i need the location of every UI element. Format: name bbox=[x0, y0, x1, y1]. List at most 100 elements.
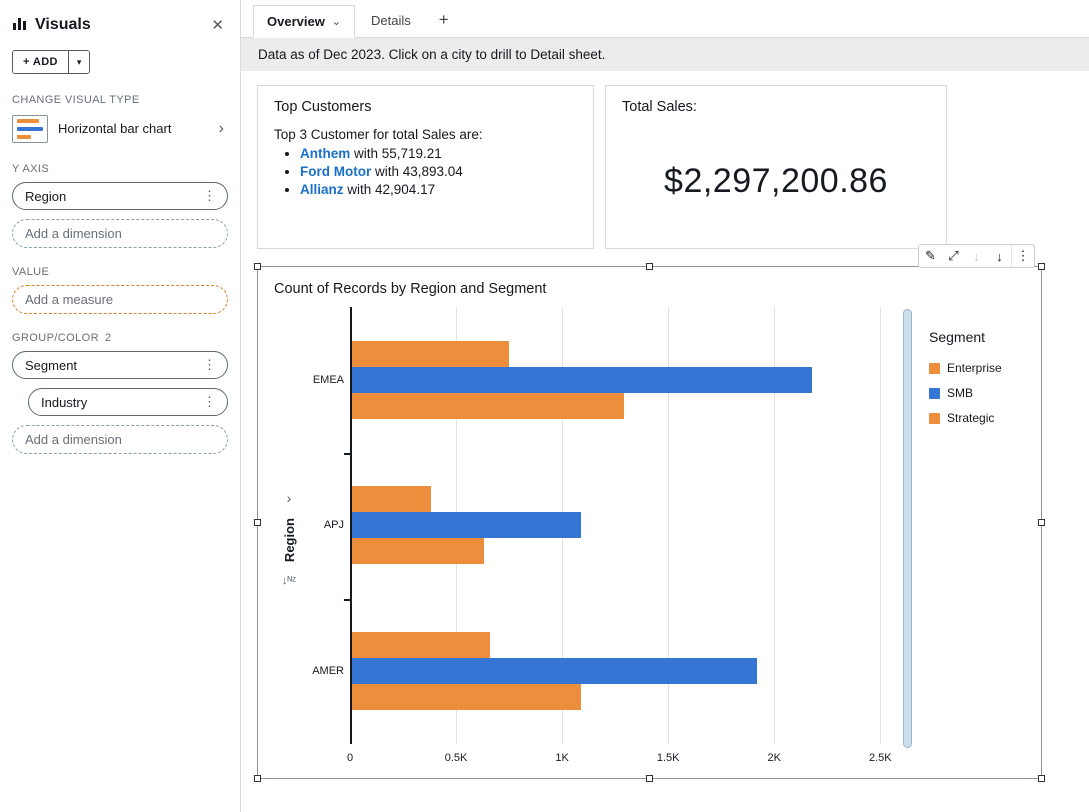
bar-group-emea: EMEA bbox=[350, 341, 893, 419]
kebab-menu-icon[interactable]: ⋮ bbox=[198, 357, 221, 373]
resize-handle[interactable] bbox=[254, 519, 261, 526]
resize-handle[interactable] bbox=[1038, 519, 1045, 526]
chart: Count of Records by Region and Segment ›… bbox=[258, 267, 1041, 778]
x-tick-label: 1.5K bbox=[657, 752, 680, 764]
visuals-panel-header: Visuals ✕ bbox=[12, 14, 228, 36]
bar-amer-enterprise[interactable] bbox=[350, 632, 490, 658]
edit-pencil-icon[interactable]: ✎ bbox=[919, 245, 942, 267]
sort-icon[interactable]: ↓ᴺᶻ bbox=[282, 575, 296, 587]
quicksight-app: Visuals ✕ + ADD ▾ CHANGE VISUAL TYPE Hor… bbox=[0, 0, 1089, 812]
visual-toolbar: ✎ ⤢ ↓ ↓ ⋮ bbox=[918, 244, 1035, 268]
horizontal-bar-chart-icon bbox=[12, 115, 48, 143]
y-axis-line bbox=[350, 307, 352, 744]
arrow-down-icon[interactable]: ↓ bbox=[988, 245, 1011, 267]
change-visual-type-label: CHANGE VISUAL TYPE bbox=[12, 94, 228, 106]
resize-handle[interactable] bbox=[254, 775, 261, 782]
bar-group-apj: APJ bbox=[350, 486, 893, 564]
resize-handle[interactable] bbox=[1038, 263, 1045, 270]
bar-chart-visual[interactable]: ✎ ⤢ ↓ ↓ ⋮ Count of Records by Region and… bbox=[257, 266, 1042, 779]
customer-list-item: Anthem with 55,719.21 bbox=[300, 146, 577, 161]
close-icon[interactable]: ✕ bbox=[207, 14, 228, 36]
field-well-industry[interactable]: Industry ⋮ bbox=[28, 388, 228, 416]
add-sheet-button[interactable]: + bbox=[427, 5, 461, 37]
resize-handle[interactable] bbox=[646, 775, 653, 782]
bar-amer-strategic[interactable] bbox=[350, 684, 581, 710]
legend-item-enterprise[interactable]: Enterprise bbox=[929, 361, 1027, 375]
legend-item-strategic[interactable]: Strategic bbox=[929, 411, 1027, 425]
bar-apj-enterprise[interactable] bbox=[350, 486, 431, 512]
legend-swatch bbox=[929, 388, 940, 399]
resize-handle[interactable] bbox=[646, 263, 653, 270]
add-dimension-y-axis[interactable]: Add a dimension bbox=[12, 219, 228, 248]
x-axis-labels: 0 0.5K 1K 1.5K 2K 2.5K bbox=[350, 744, 893, 770]
chart-scrollbar bbox=[903, 309, 913, 748]
add-button[interactable]: + ADD bbox=[13, 51, 68, 73]
legend-label: Strategic bbox=[947, 411, 994, 425]
bar-group-amer: AMER bbox=[350, 632, 893, 710]
bar-emea-strategic[interactable] bbox=[350, 393, 624, 419]
legend-swatch bbox=[929, 413, 940, 424]
x-tick-label: 0.5K bbox=[445, 752, 468, 764]
customer-name: Ford Motor bbox=[300, 164, 371, 179]
group-color-count: 2 bbox=[105, 332, 112, 344]
visuals-panel: Visuals ✕ + ADD ▾ CHANGE VISUAL TYPE Hor… bbox=[0, 0, 241, 812]
x-tick-label: 2K bbox=[767, 752, 780, 764]
x-tick-label: 0 bbox=[347, 752, 353, 764]
sheet-canvas: Top Customers Top 3 Customer for total S… bbox=[241, 71, 1089, 812]
kebab-menu-icon[interactable]: ⋮ bbox=[198, 394, 221, 410]
x-tick-label: 2.5K bbox=[869, 752, 892, 764]
maximize-icon[interactable]: ⤢ bbox=[942, 245, 965, 267]
bar-chart-icon bbox=[12, 15, 28, 36]
field-well-industry-label: Industry bbox=[41, 395, 87, 410]
sheet-banner-text: Data as of Dec 2023. Click on a city to … bbox=[241, 38, 1089, 71]
customer-value: with 43,893.04 bbox=[371, 164, 463, 179]
add-dimension-group-color[interactable]: Add a dimension bbox=[12, 425, 228, 454]
tab-overview[interactable]: Overview ⌄ bbox=[253, 5, 355, 38]
visual-type-selector[interactable]: Horizontal bar chart › bbox=[12, 113, 228, 145]
field-well-region-label: Region bbox=[25, 189, 66, 204]
bar-emea-smb[interactable] bbox=[350, 367, 812, 393]
insight-title: Top Customers bbox=[274, 99, 577, 115]
kebab-menu-icon[interactable]: ⋮ bbox=[198, 188, 221, 204]
field-well-segment-label: Segment bbox=[25, 358, 77, 373]
arrow-down-disabled-icon: ↓ bbox=[965, 245, 988, 267]
expand-axis-icon[interactable]: › bbox=[287, 490, 292, 506]
bar-emea-enterprise[interactable] bbox=[350, 341, 509, 367]
top-customers-insight[interactable]: Top Customers Top 3 Customer for total S… bbox=[257, 85, 594, 249]
customer-name: Anthem bbox=[300, 146, 350, 161]
sheet-tabbar: Overview ⌄ Details + bbox=[241, 0, 1089, 38]
customer-value: with 42,904.17 bbox=[344, 182, 436, 197]
resize-handle[interactable] bbox=[254, 263, 261, 270]
legend-item-smb[interactable]: SMB bbox=[929, 386, 1027, 400]
panel-title: Visuals bbox=[35, 16, 91, 34]
bar-apj-strategic[interactable] bbox=[350, 538, 484, 564]
plot-area: EMEA APJ AMER bbox=[350, 307, 893, 744]
chevron-down-icon[interactable]: ⌄ bbox=[332, 15, 341, 28]
tab-details[interactable]: Details bbox=[355, 4, 427, 37]
add-caret-icon[interactable]: ▾ bbox=[68, 51, 90, 73]
visual-type-name: Horizontal bar chart bbox=[58, 121, 205, 137]
customer-value: with 55,719.21 bbox=[350, 146, 442, 161]
insight-intro: Top 3 Customer for total Sales are: bbox=[274, 127, 577, 142]
field-well-segment[interactable]: Segment ⋮ bbox=[12, 351, 228, 379]
customer-list-item: Ford Motor with 43,893.04 bbox=[300, 164, 577, 179]
y-category-label: EMEA bbox=[300, 374, 344, 386]
group-color-label: GROUP/COLOR2 bbox=[12, 332, 228, 344]
sheet-area: Overview ⌄ Details + Data as of Dec 2023… bbox=[241, 0, 1089, 812]
field-well-region[interactable]: Region ⋮ bbox=[12, 182, 228, 210]
value-label: VALUE bbox=[12, 266, 228, 278]
add-measure-value[interactable]: Add a measure bbox=[12, 285, 228, 314]
bar-amer-smb[interactable] bbox=[350, 658, 757, 684]
legend-title: Segment bbox=[929, 329, 1027, 345]
legend-label: SMB bbox=[947, 386, 973, 400]
bar-apj-smb[interactable] bbox=[350, 512, 581, 538]
total-sales-kpi[interactable]: Total Sales: $2,297,200.86 bbox=[605, 85, 947, 249]
chevron-right-icon[interactable]: › bbox=[215, 120, 228, 138]
kebab-menu-icon[interactable]: ⋮ bbox=[1011, 245, 1034, 267]
scrollbar-thumb[interactable] bbox=[903, 309, 912, 748]
resize-handle[interactable] bbox=[1038, 775, 1045, 782]
x-tick-label: 1K bbox=[555, 752, 568, 764]
top-customers-list: Anthem with 55,719.21 Ford Motor with 43,… bbox=[274, 146, 577, 197]
y-axis-label: Y AXIS bbox=[12, 163, 228, 175]
customer-name: Allianz bbox=[300, 182, 344, 197]
